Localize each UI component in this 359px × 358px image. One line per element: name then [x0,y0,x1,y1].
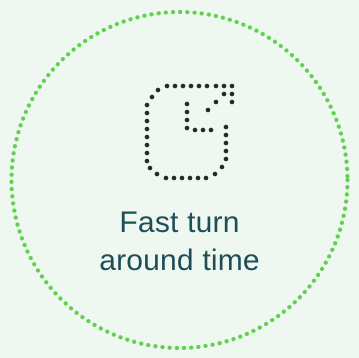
icon-dot [221,91,227,97]
icon-dot [144,126,150,132]
icon-dot [223,148,229,154]
icon-dot [223,124,229,130]
icon-dot [172,83,178,89]
icon-dot [154,171,160,177]
icon-dot [213,83,219,89]
icon-dot [204,83,210,89]
icon-dot [221,83,227,89]
icon-dot [144,110,150,116]
icon-dot [184,109,190,115]
icon-dot [147,165,153,171]
icon-dot [144,118,150,124]
icon-dot [184,101,190,107]
icon-dot [205,107,211,113]
icon-dot [163,175,169,181]
icon-dot [144,150,150,156]
icon-dot [164,83,170,89]
icon-dot [187,175,193,181]
icon-dot [229,99,235,105]
icon-dot [213,99,219,105]
icon-dot [223,140,229,146]
dotted-square-arrow-icon [144,83,235,181]
icon-dot [208,127,214,133]
icon-dot [200,127,206,133]
icon-dot [196,83,202,89]
icon-dot [149,94,155,100]
icon-dot [203,175,209,181]
icon-dot [212,171,218,177]
icon-dot [144,134,150,140]
icon-dot [144,102,150,108]
icon-dot [229,91,235,97]
icon-dot [171,175,177,181]
feature-card: Fast turn around time [0,0,359,358]
icon-dot [223,132,229,138]
icon-dot [219,164,225,170]
icon-dot [229,83,235,89]
caption-line-1: Fast turn [119,206,240,239]
icon-dot [192,127,198,133]
icon-dot [223,156,229,162]
icon-dot [144,158,150,164]
icon-dot [188,83,194,89]
icon-dot [180,83,186,89]
icon-dot [184,117,190,123]
icon-dot [155,87,161,93]
icon-dot [195,175,201,181]
caption-line-2: around time [99,244,260,277]
icon-dot [144,142,150,148]
feature-caption: Fast turn around time [0,204,359,280]
icon-dot [179,175,185,181]
icon-dot [184,125,190,131]
